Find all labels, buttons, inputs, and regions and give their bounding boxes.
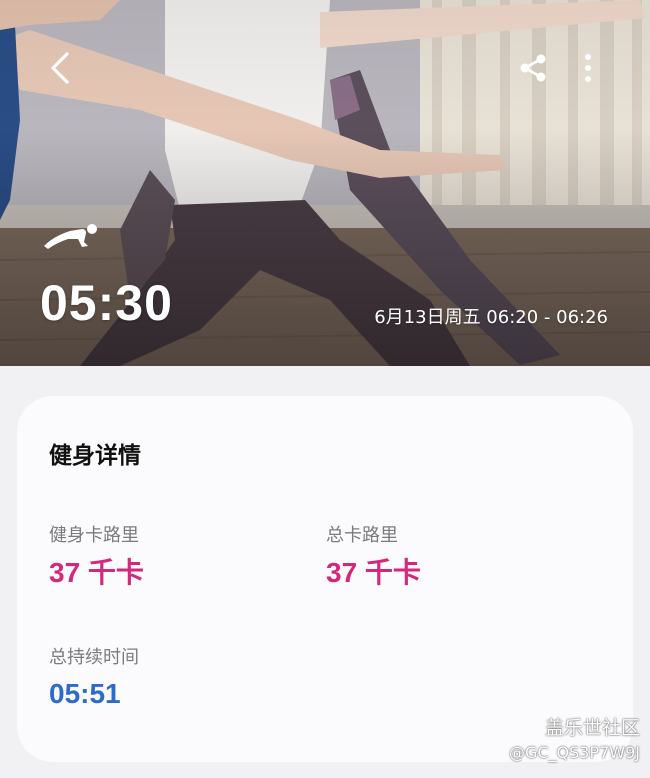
workout-hero-image: 05:30 6月13日周五 06:20 - 06:26 bbox=[0, 0, 650, 366]
community-watermark: 盖乐世社区 @GC_QS3P7W9J bbox=[508, 717, 640, 762]
total-duration-value: 05:51 bbox=[49, 678, 121, 709]
back-arrow-icon bbox=[51, 52, 69, 84]
total-calories-label: 总卡路里 bbox=[326, 525, 398, 546]
more-options-button[interactable] bbox=[566, 46, 610, 90]
fitness-calories-label: 健身卡路里 bbox=[49, 525, 139, 546]
more-vertical-icon bbox=[585, 54, 591, 82]
total-duration-label: 总持续时间 bbox=[49, 647, 139, 668]
back-button[interactable] bbox=[38, 46, 82, 90]
total-calories-value: 37 千卡 bbox=[326, 557, 421, 588]
workout-duration: 05:30 bbox=[40, 275, 173, 331]
fitness-calories-value: 37 千卡 bbox=[49, 557, 144, 588]
share-icon bbox=[520, 54, 546, 82]
fitness-details-card: 健身详情 健身卡路里 37 千卡 总卡路里 37 千卡 总持续时间 05:51 bbox=[17, 396, 633, 762]
watermark-user-id: @GC_QS3P7W9J bbox=[508, 742, 640, 762]
card-title: 健身详情 bbox=[49, 443, 141, 469]
yoga-pose-icon bbox=[44, 224, 97, 249]
watermark-brand: 盖乐世社区 bbox=[544, 717, 640, 739]
workout-date-range: 6月13日周五 06:20 - 06:26 bbox=[374, 307, 608, 328]
share-button[interactable] bbox=[511, 46, 555, 90]
